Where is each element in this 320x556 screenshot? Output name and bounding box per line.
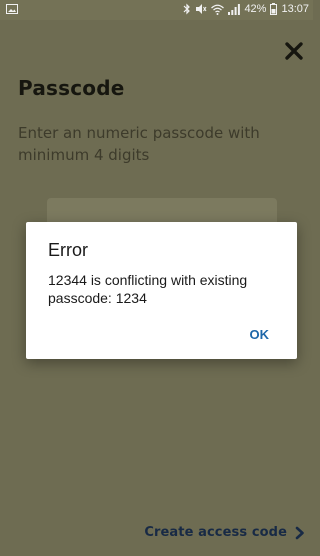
wifi-icon [211, 4, 225, 15]
signal-icon [228, 3, 241, 15]
error-dialog: Error 12344 is conflicting with existing… [26, 222, 297, 359]
bluetooth-icon [184, 3, 191, 15]
close-icon[interactable] [283, 40, 305, 62]
mute-icon [196, 4, 207, 14]
battery-icon [270, 3, 278, 15]
status-bar: 42% 13:07 [0, 0, 313, 20]
chevron-right-icon [295, 526, 304, 539]
status-indicators: 42% 13:07 [183, 3, 309, 15]
ok-button[interactable]: OK [250, 327, 270, 342]
clock: 13:07 [281, 3, 309, 15]
create-access-code-button[interactable]: Create access code [144, 525, 305, 540]
dialog-title: Error [48, 240, 88, 260]
create-access-code-label: Create access code [144, 525, 287, 540]
page-title: Passcode [18, 76, 125, 100]
battery-percent: 42% [244, 3, 267, 15]
gallery-icon [6, 4, 18, 14]
page-subtitle: Enter an numeric passcode with minimum 4… [18, 124, 260, 164]
dialog-message: 12344 is conflicting with existing passc… [48, 272, 248, 306]
